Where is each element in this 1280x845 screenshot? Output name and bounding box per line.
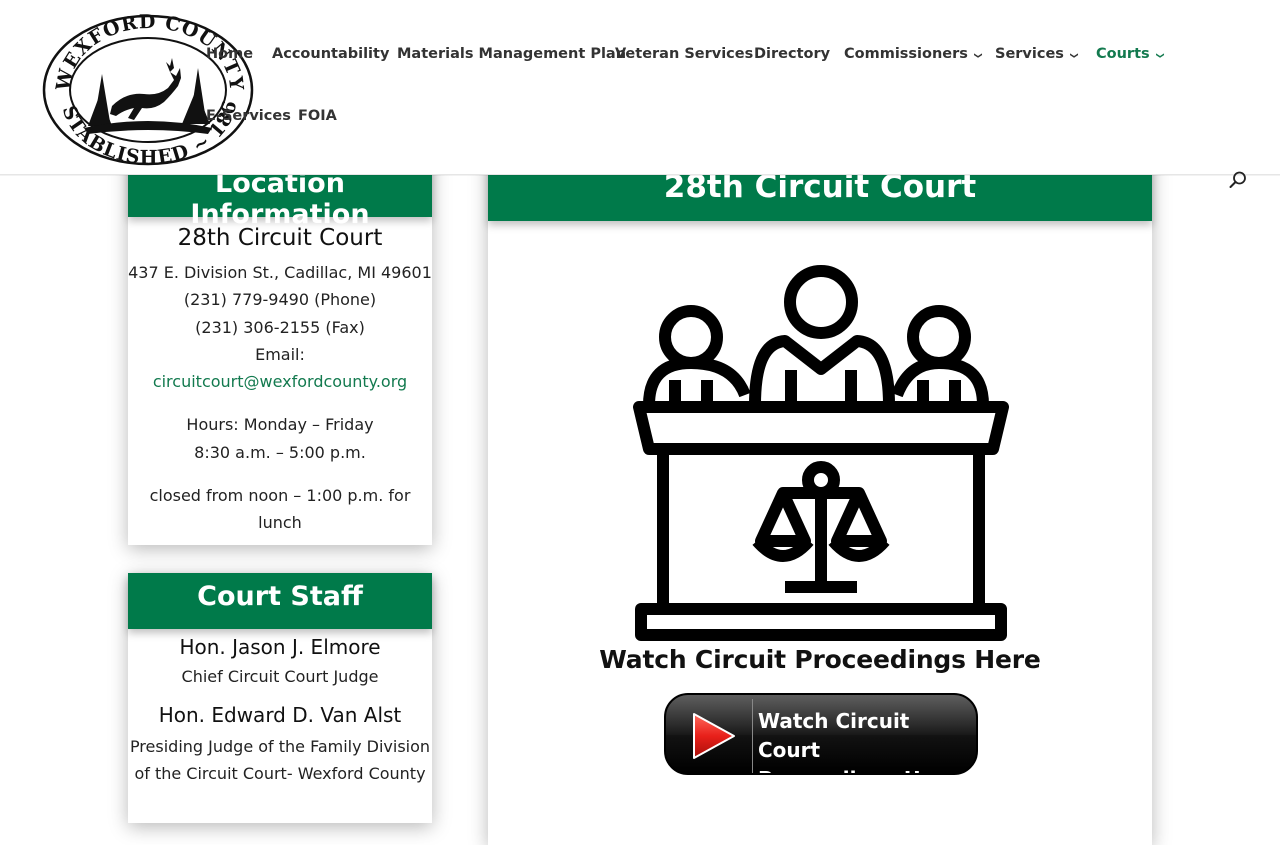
nav-label: Veteran Services — [615, 46, 754, 62]
lunch-closure-line1: closed from noon – 1:00 p.m. for — [149, 486, 411, 506]
nav-label: Services — [995, 46, 1064, 62]
judge-title: Presiding Judge of the Family Division — [129, 737, 431, 756]
nav-commissioners[interactable]: Commissioners ❯ — [844, 46, 983, 62]
nav-home[interactable]: Home — [206, 46, 253, 62]
court-staff-heading: Court Staff — [128, 573, 432, 629]
judge-name: Hon. Jason J. Elmore — [179, 635, 381, 659]
nav-services[interactable]: Services ❯ — [995, 46, 1079, 62]
play-icon — [693, 713, 735, 759]
court-name: 28th Circuit Court — [177, 225, 383, 251]
nav-label: Directory — [754, 46, 831, 62]
nav-label: FOIA — [298, 108, 337, 124]
location-information-card: Location Information 28th Circuit Court … — [128, 145, 432, 545]
nav-label: Courts — [1096, 46, 1150, 62]
nav-label: Accountability — [272, 46, 390, 62]
nav-materials-management-plan[interactable]: Materials Management Plan — [397, 46, 626, 62]
judge-name: Hon. Edward D. Van Alst — [158, 703, 402, 727]
watch-button-line1: Watch Circuit Court — [758, 709, 910, 762]
hours-times: 8:30 a.m. – 5:00 p.m. — [194, 442, 366, 462]
nav-label: Commissioners — [844, 46, 968, 62]
chevron-down-icon: ❯ — [1069, 52, 1079, 59]
courtroom-judges-icon — [633, 265, 1009, 641]
court-fax: (231) 306-2155 (Fax) — [195, 317, 365, 337]
chevron-down-icon: ❯ — [1155, 52, 1165, 59]
lunch-closure-line2: lunch — [258, 513, 302, 533]
site-header: WEXFORD COUNTY ESTABLISHED ~ 1869 Home A… — [0, 0, 1280, 175]
nav-label: Materials Management Plan — [397, 46, 627, 62]
judge-title: Chief Circuit Court Judge — [181, 667, 379, 686]
email-link[interactable]: circuitcourt@wexfordcounty.org — [153, 372, 407, 391]
email-label: Email: — [255, 344, 305, 364]
chevron-down-icon: ❯ — [973, 52, 983, 59]
nav-e-services[interactable]: E-Services — [206, 108, 291, 124]
wexford-county-seal-logo[interactable]: WEXFORD COUNTY ESTABLISHED ~ 1869 — [40, 10, 256, 166]
nav-label: E-Services — [206, 108, 291, 124]
nav-label: Home — [206, 46, 254, 62]
watch-button-line2: Proceedings Here — [758, 765, 976, 773]
hours-days: Hours: Monday – Friday — [186, 415, 374, 435]
watch-proceedings-button[interactable]: Watch Circuit Court Proceedings Here — [664, 693, 978, 775]
court-phone: (231) 779-9490 (Phone) — [183, 290, 377, 310]
search-icon[interactable] — [1228, 170, 1248, 190]
court-address: 437 E. Division St., Cadillac, MI 49601 — [128, 263, 432, 282]
location-information-body: 28th Circuit Court 437 E. Division St., … — [128, 217, 432, 537]
button-divider — [752, 699, 753, 773]
court-staff-body: Hon. Jason J. Elmore Chief Circuit Court… — [128, 635, 432, 787]
nav-directory[interactable]: Directory — [754, 46, 830, 62]
nav-courts[interactable]: Courts ❯ — [1096, 46, 1164, 62]
nav-veteran-services[interactable]: Veteran Services — [615, 46, 753, 62]
circuit-court-main-card: 28th Circuit Court Watch Circuit Proceed… — [488, 145, 1152, 845]
watch-button-label: Watch Circuit Court Proceedings Here — [758, 707, 976, 773]
nav-accountability[interactable]: Accountability — [272, 46, 389, 62]
court-staff-card: Court Staff Hon. Jason J. Elmore Chief C… — [128, 573, 432, 823]
judge-title: of the Circuit Court- Wexford County — [134, 764, 426, 783]
nav-foia[interactable]: FOIA — [298, 108, 337, 124]
watch-proceedings-caption: Watch Circuit Proceedings Here — [599, 645, 1041, 674]
